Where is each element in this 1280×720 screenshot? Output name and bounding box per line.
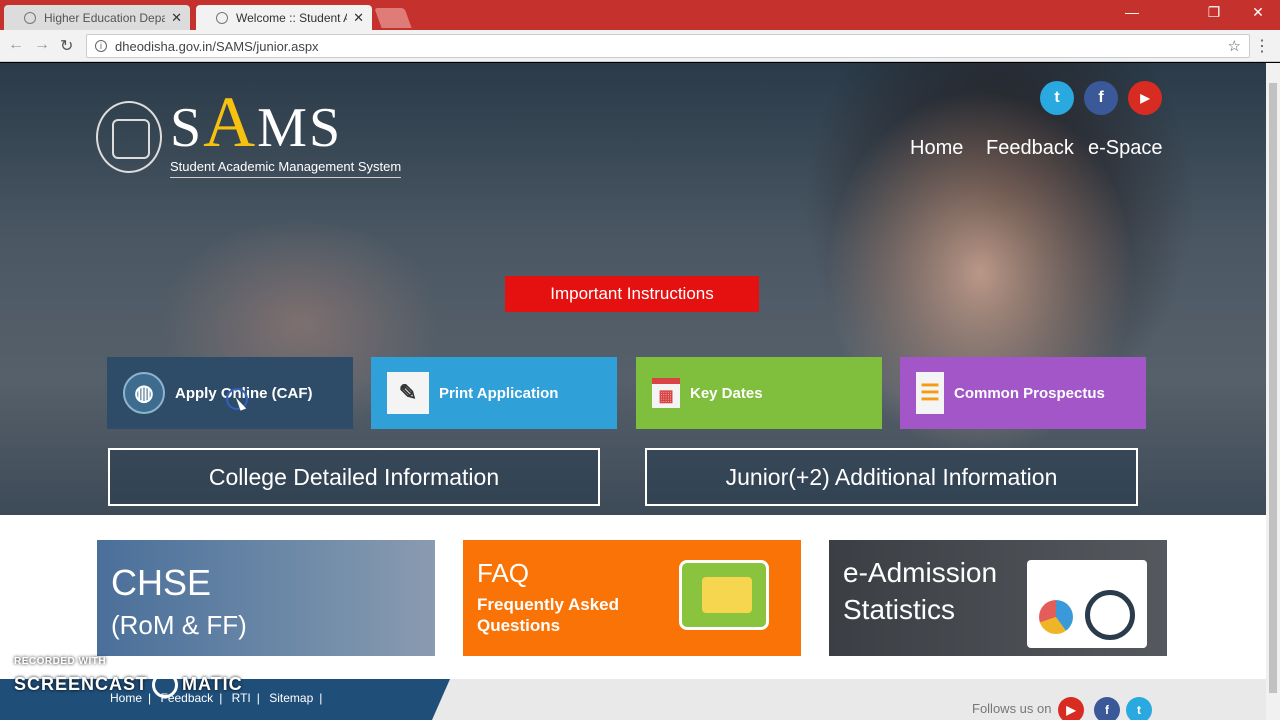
chat-bubbles-icon — [679, 560, 769, 630]
footer-twitter-icon[interactable]: t — [1126, 697, 1152, 720]
address-bar[interactable]: i dheodisha.gov.in/SAMS/junior.aspx ☆ — [86, 34, 1250, 58]
chse-card[interactable]: CHSE (RoM & FF) — [97, 540, 435, 656]
info-icon[interactable]: i — [95, 40, 107, 52]
site-favicon-icon — [24, 11, 36, 24]
card-subtitle: (RoM & FF) — [111, 610, 247, 640]
footer-facebook-icon[interactable]: f — [1094, 697, 1120, 720]
card-title-line1: e-Admission — [843, 557, 998, 588]
page-scrollbar[interactable] — [1266, 63, 1280, 720]
tab-close-icon[interactable]: ✕ — [353, 10, 364, 26]
brand-s: S — [170, 97, 204, 159]
page-content: SAMS Student Academic Management System … — [0, 63, 1266, 720]
sams-tagline: Student Academic Management System — [170, 159, 402, 178]
browser-menu-icon[interactable]: ⋮ — [1254, 36, 1270, 56]
follow-us-label: Follows us on — [972, 701, 1052, 716]
tab-higher-education[interactable]: Higher Education Depar ✕ — [4, 5, 190, 30]
hero-banner: SAMS Student Academic Management System … — [0, 63, 1266, 515]
bookmark-star-icon[interactable]: ☆ — [1228, 37, 1241, 55]
faq-card[interactable]: FAQ Frequently Asked Questions — [463, 540, 801, 656]
tile-label: Print Application — [439, 384, 559, 402]
tab-title: Welcome :: Student Acad — [236, 10, 347, 25]
forward-arrow-icon[interactable]: → — [34, 36, 50, 54]
card-title: CHSE — [111, 562, 212, 603]
new-tab-button[interactable] — [374, 8, 412, 28]
watermark-text-a: SCREENCAST — [14, 673, 149, 694]
key-dates-tile[interactable]: ▦ Key Dates — [636, 357, 882, 429]
restore-button[interactable]: ❐ — [1192, 4, 1236, 21]
tab-close-icon[interactable]: ✕ — [171, 10, 182, 26]
watermark-text-b: MATIC — [182, 673, 243, 694]
watermark-line1: RECORDED WITH — [14, 656, 107, 667]
reload-icon[interactable]: ↻ — [60, 36, 73, 56]
scrollbar-thumb[interactable] — [1269, 83, 1277, 693]
card-title: e-Admission Statistics — [843, 554, 997, 628]
card-title: FAQ — [477, 558, 530, 588]
footer-link-sitemap[interactable]: Sitemap — [269, 691, 313, 705]
nav-e-space[interactable]: e-Space — [1088, 137, 1163, 160]
watermark-logo-icon — [152, 672, 179, 698]
common-prospectus-tile[interactable]: ☰ Common Prospectus — [900, 357, 1146, 429]
footer-youtube-icon[interactable]: ▶ — [1058, 697, 1084, 720]
twitter-icon[interactable]: t — [1040, 81, 1074, 115]
card-title-line2: Statistics — [843, 594, 956, 625]
tile-label: Common Prospectus — [954, 384, 1105, 402]
print-application-tile[interactable]: ✎ Print Application — [371, 357, 617, 429]
tab-sams-welcome[interactable]: Welcome :: Student Acad ✕ — [196, 5, 372, 30]
site-favicon-icon — [216, 11, 228, 24]
screencast-watermark: RECORDED WITH SCREENCAST MATIC — [14, 656, 242, 698]
document-edit-icon: ✎ — [387, 372, 429, 414]
junior-additional-info-button[interactable]: Junior(+2) Additional Information — [645, 448, 1138, 506]
card-subtitle: Frequently Asked Questions — [477, 595, 620, 635]
tab-title: Higher Education Depar — [44, 10, 166, 25]
important-instructions-button[interactable]: Important Instructions — [505, 276, 759, 312]
document-icon: ☰ — [916, 372, 944, 414]
close-window-button[interactable]: ✕ — [1236, 4, 1280, 21]
facebook-icon[interactable]: f — [1084, 81, 1118, 115]
brand-a: A — [203, 82, 258, 162]
back-arrow-icon[interactable]: ← — [8, 36, 24, 54]
sams-logo[interactable]: SAMS — [170, 81, 342, 164]
college-detailed-info-button[interactable]: College Detailed Information — [108, 448, 600, 506]
watermark-line2: SCREENCAST MATIC — [14, 672, 243, 698]
statistics-chart-icon — [1027, 560, 1147, 648]
nav-feedback[interactable]: Feedback — [986, 137, 1074, 160]
browser-toolbar: ← → ↻ i dheodisha.gov.in/SAMS/junior.asp… — [0, 30, 1280, 62]
nav-home[interactable]: Home — [910, 137, 963, 160]
odisha-emblem-logo — [96, 101, 162, 173]
calendar-icon: ▦ — [652, 378, 680, 408]
tile-label: Key Dates — [690, 384, 763, 402]
brand-ms: MS — [257, 97, 343, 159]
minimize-button[interactable]: — — [1110, 4, 1154, 20]
globe-icon: ◍ — [123, 372, 165, 414]
browser-titlebar: Higher Education Depar ✕ Welcome :: Stud… — [0, 0, 1280, 30]
url-text: dheodisha.gov.in/SAMS/junior.aspx — [115, 38, 319, 54]
youtube-icon[interactable]: ▶ — [1128, 81, 1162, 115]
e-admission-statistics-card[interactable]: e-Admission Statistics — [829, 540, 1167, 656]
